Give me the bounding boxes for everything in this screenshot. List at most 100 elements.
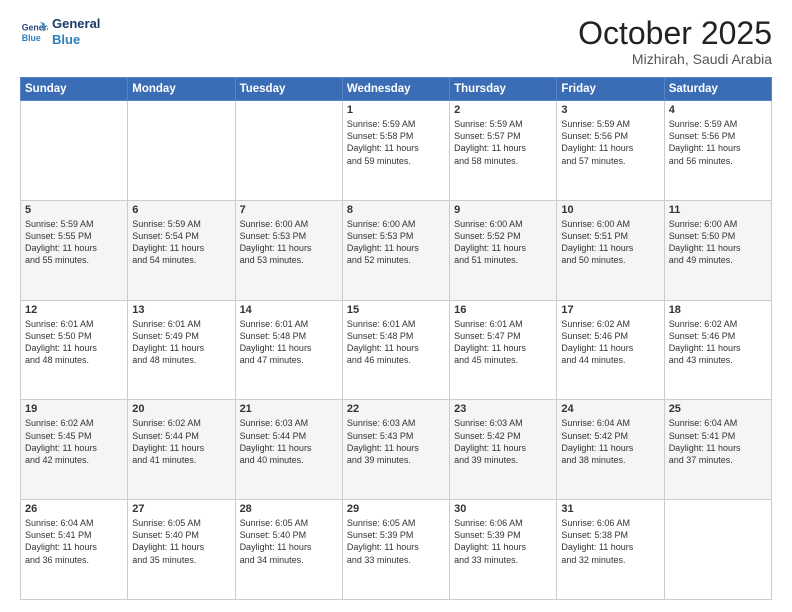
cell-info: Sunrise: 6:03 AM Sunset: 5:43 PM Dayligh… (347, 417, 445, 466)
week-row-2: 5 Sunrise: 5:59 AM Sunset: 5:55 PM Daylig… (21, 200, 772, 300)
cell-info: Sunrise: 6:00 AM Sunset: 5:52 PM Dayligh… (454, 218, 552, 267)
weekday-header-friday: Friday (557, 78, 664, 101)
week-row-3: 12 Sunrise: 6:01 AM Sunset: 5:50 PM Dayli… (21, 300, 772, 400)
cell-info: Sunrise: 6:04 AM Sunset: 5:41 PM Dayligh… (669, 417, 767, 466)
calendar-cell: 15 Sunrise: 6:01 AM Sunset: 5:48 PM Dayli… (342, 300, 449, 400)
calendar-cell: 26Sunrise: 6:04 AM Sunset: 5:41 PM Dayli… (21, 500, 128, 600)
weekday-header-row: SundayMondayTuesdayWednesdayThursdayFrid… (21, 78, 772, 101)
header: General Blue General Blue October 2025 M… (20, 16, 772, 67)
day-number: 18 (669, 304, 767, 316)
cell-info: Sunrise: 6:04 AM Sunset: 5:41 PM Dayligh… (25, 517, 123, 566)
week-row-5: 26Sunrise: 6:04 AM Sunset: 5:41 PM Dayli… (21, 500, 772, 600)
day-number: 15 (347, 304, 445, 316)
calendar-cell (235, 101, 342, 201)
weekday-header-wednesday: Wednesday (342, 78, 449, 101)
weekday-header-sunday: Sunday (21, 78, 128, 101)
calendar-cell: 4Sunrise: 5:59 AM Sunset: 5:56 PM Daylig… (664, 101, 771, 201)
cell-info: Sunrise: 6:01 AM Sunset: 5:48 PM Dayligh… (347, 318, 445, 367)
calendar-cell: 8 Sunrise: 6:00 AM Sunset: 5:53 PM Daylig… (342, 200, 449, 300)
calendar-cell: 10 Sunrise: 6:00 AM Sunset: 5:51 PM Dayli… (557, 200, 664, 300)
logo: General Blue General Blue (20, 16, 100, 47)
cell-info: Sunrise: 6:02 AM Sunset: 5:46 PM Dayligh… (561, 318, 659, 367)
day-number: 23 (454, 403, 552, 415)
day-number: 24 (561, 403, 659, 415)
calendar-table: SundayMondayTuesdayWednesdayThursdayFrid… (20, 77, 772, 600)
day-number: 22 (347, 403, 445, 415)
day-number: 27 (132, 503, 230, 515)
page: General Blue General Blue October 2025 M… (0, 0, 792, 612)
week-row-1: 1Sunrise: 5:59 AM Sunset: 5:58 PM Daylig… (21, 101, 772, 201)
month-title: October 2025 (578, 16, 772, 51)
cell-info: Sunrise: 6:01 AM Sunset: 5:47 PM Dayligh… (454, 318, 552, 367)
cell-info: Sunrise: 6:04 AM Sunset: 5:42 PM Dayligh… (561, 417, 659, 466)
calendar-cell: 18 Sunrise: 6:02 AM Sunset: 5:46 PM Dayli… (664, 300, 771, 400)
cell-info: Sunrise: 5:59 AM Sunset: 5:58 PM Dayligh… (347, 118, 445, 167)
svg-text:Blue: Blue (22, 32, 41, 42)
calendar-cell: 30 Sunrise: 6:06 AM Sunset: 5:39 PM Dayli… (450, 500, 557, 600)
cell-info: Sunrise: 5:59 AM Sunset: 5:57 PM Dayligh… (454, 118, 552, 167)
cell-info: Sunrise: 6:06 AM Sunset: 5:39 PM Dayligh… (454, 517, 552, 566)
day-number: 25 (669, 403, 767, 415)
calendar-cell: 3 Sunrise: 5:59 AM Sunset: 5:56 PM Daylig… (557, 101, 664, 201)
day-number: 7 (240, 204, 338, 216)
cell-info: Sunrise: 6:02 AM Sunset: 5:46 PM Dayligh… (669, 318, 767, 367)
calendar-cell (664, 500, 771, 600)
calendar-cell: 31Sunrise: 6:06 AM Sunset: 5:38 PM Dayli… (557, 500, 664, 600)
cell-info: Sunrise: 6:02 AM Sunset: 5:44 PM Dayligh… (132, 417, 230, 466)
cell-info: Sunrise: 5:59 AM Sunset: 5:55 PM Dayligh… (25, 218, 123, 267)
day-number: 30 (454, 503, 552, 515)
logo-text: General (52, 16, 100, 32)
cell-info: Sunrise: 6:03 AM Sunset: 5:42 PM Dayligh… (454, 417, 552, 466)
logo-subtext: Blue (52, 32, 100, 48)
cell-info: Sunrise: 5:59 AM Sunset: 5:56 PM Dayligh… (669, 118, 767, 167)
weekday-header-monday: Monday (128, 78, 235, 101)
weekday-header-thursday: Thursday (450, 78, 557, 101)
calendar-cell: 27Sunrise: 6:05 AM Sunset: 5:40 PM Dayli… (128, 500, 235, 600)
calendar-cell: 29Sunrise: 6:05 AM Sunset: 5:39 PM Dayli… (342, 500, 449, 600)
calendar-cell: 2 Sunrise: 5:59 AM Sunset: 5:57 PM Daylig… (450, 101, 557, 201)
calendar-cell: 23 Sunrise: 6:03 AM Sunset: 5:42 PM Dayli… (450, 400, 557, 500)
cell-info: Sunrise: 6:01 AM Sunset: 5:50 PM Dayligh… (25, 318, 123, 367)
cell-info: Sunrise: 6:00 AM Sunset: 5:51 PM Dayligh… (561, 218, 659, 267)
calendar-cell: 24 Sunrise: 6:04 AM Sunset: 5:42 PM Dayli… (557, 400, 664, 500)
day-number: 3 (561, 104, 659, 116)
cell-info: Sunrise: 6:02 AM Sunset: 5:45 PM Dayligh… (25, 417, 123, 466)
day-number: 5 (25, 204, 123, 216)
day-number: 11 (669, 204, 767, 216)
cell-info: Sunrise: 6:00 AM Sunset: 5:53 PM Dayligh… (347, 218, 445, 267)
day-number: 21 (240, 403, 338, 415)
cell-info: Sunrise: 5:59 AM Sunset: 5:56 PM Dayligh… (561, 118, 659, 167)
logo-icon: General Blue (20, 18, 48, 46)
cell-info: Sunrise: 6:06 AM Sunset: 5:38 PM Dayligh… (561, 517, 659, 566)
calendar-cell: 6Sunrise: 5:59 AM Sunset: 5:54 PM Daylig… (128, 200, 235, 300)
cell-info: Sunrise: 6:00 AM Sunset: 5:53 PM Dayligh… (240, 218, 338, 267)
day-number: 16 (454, 304, 552, 316)
calendar-cell: 25 Sunrise: 6:04 AM Sunset: 5:41 PM Dayli… (664, 400, 771, 500)
calendar-cell: 17 Sunrise: 6:02 AM Sunset: 5:46 PM Dayli… (557, 300, 664, 400)
day-number: 8 (347, 204, 445, 216)
cell-info: Sunrise: 5:59 AM Sunset: 5:54 PM Dayligh… (132, 218, 230, 267)
day-number: 20 (132, 403, 230, 415)
calendar-cell: 7 Sunrise: 6:00 AM Sunset: 5:53 PM Daylig… (235, 200, 342, 300)
cell-info: Sunrise: 6:01 AM Sunset: 5:49 PM Dayligh… (132, 318, 230, 367)
cell-info: Sunrise: 6:01 AM Sunset: 5:48 PM Dayligh… (240, 318, 338, 367)
day-number: 2 (454, 104, 552, 116)
calendar-cell: 5 Sunrise: 5:59 AM Sunset: 5:55 PM Daylig… (21, 200, 128, 300)
calendar-cell: 22 Sunrise: 6:03 AM Sunset: 5:43 PM Dayli… (342, 400, 449, 500)
cell-info: Sunrise: 6:05 AM Sunset: 5:39 PM Dayligh… (347, 517, 445, 566)
day-number: 10 (561, 204, 659, 216)
calendar-cell: 28Sunrise: 6:05 AM Sunset: 5:40 PM Dayli… (235, 500, 342, 600)
calendar-cell: 20 Sunrise: 6:02 AM Sunset: 5:44 PM Dayli… (128, 400, 235, 500)
calendar-cell (21, 101, 128, 201)
calendar-cell: 13 Sunrise: 6:01 AM Sunset: 5:49 PM Dayli… (128, 300, 235, 400)
weekday-header-saturday: Saturday (664, 78, 771, 101)
day-number: 28 (240, 503, 338, 515)
calendar-cell: 9Sunrise: 6:00 AM Sunset: 5:52 PM Daylig… (450, 200, 557, 300)
calendar-cell: 11Sunrise: 6:00 AM Sunset: 5:50 PM Dayli… (664, 200, 771, 300)
day-number: 13 (132, 304, 230, 316)
day-number: 12 (25, 304, 123, 316)
calendar-cell: 12 Sunrise: 6:01 AM Sunset: 5:50 PM Dayli… (21, 300, 128, 400)
day-number: 17 (561, 304, 659, 316)
cell-info: Sunrise: 6:03 AM Sunset: 5:44 PM Dayligh… (240, 417, 338, 466)
calendar-cell: 19Sunrise: 6:02 AM Sunset: 5:45 PM Dayli… (21, 400, 128, 500)
